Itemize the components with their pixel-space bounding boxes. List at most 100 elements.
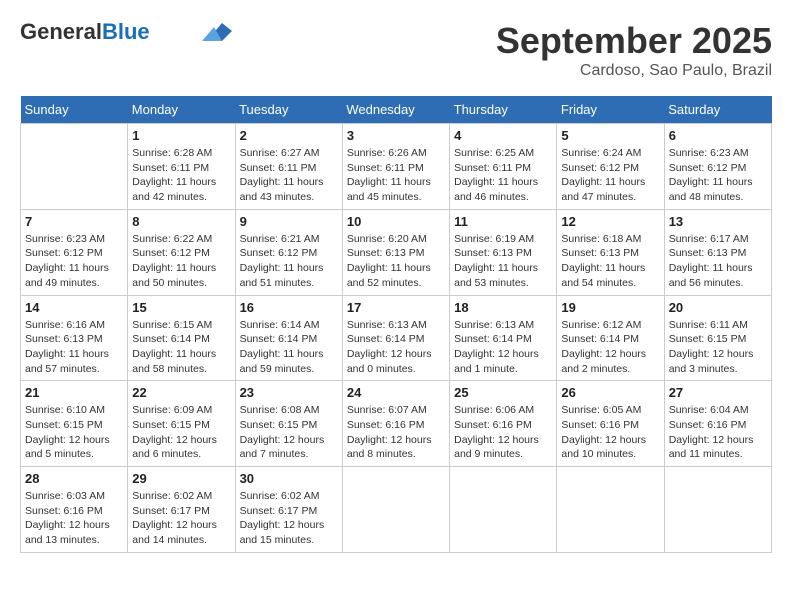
- day-number: 22: [132, 385, 230, 400]
- day-number: 25: [454, 385, 552, 400]
- day-info: Sunrise: 6:12 AM Sunset: 6:14 PM Dayligh…: [561, 318, 659, 377]
- calendar-cell: 10 Sunrise: 6:20 AM Sunset: 6:13 PM Dayli…: [342, 209, 449, 295]
- day-info: Sunrise: 6:23 AM Sunset: 6:12 PM Dayligh…: [669, 146, 767, 205]
- day-info: Sunrise: 6:22 AM Sunset: 6:12 PM Dayligh…: [132, 232, 230, 291]
- day-info: Sunrise: 6:02 AM Sunset: 6:17 PM Dayligh…: [240, 489, 338, 548]
- day-number: 23: [240, 385, 338, 400]
- day-info: Sunrise: 6:18 AM Sunset: 6:13 PM Dayligh…: [561, 232, 659, 291]
- calendar-cell: 29 Sunrise: 6:02 AM Sunset: 6:17 PM Dayli…: [128, 467, 235, 553]
- day-number: 10: [347, 214, 445, 229]
- day-number: 8: [132, 214, 230, 229]
- day-info: Sunrise: 6:05 AM Sunset: 6:16 PM Dayligh…: [561, 403, 659, 462]
- weekday-header: Friday: [557, 96, 664, 124]
- day-info: Sunrise: 6:27 AM Sunset: 6:11 PM Dayligh…: [240, 146, 338, 205]
- day-info: Sunrise: 6:17 AM Sunset: 6:13 PM Dayligh…: [669, 232, 767, 291]
- calendar-week-row: 14Sunrise: 6:16 AM Sunset: 6:13 PM Dayli…: [21, 295, 772, 381]
- day-info: Sunrise: 6:04 AM Sunset: 6:16 PM Dayligh…: [669, 403, 767, 462]
- weekday-header: Tuesday: [235, 96, 342, 124]
- day-number: 9: [240, 214, 338, 229]
- weekday-header: Monday: [128, 96, 235, 124]
- month-title: September 2025: [496, 20, 772, 62]
- calendar-week-row: 28 Sunrise: 6:03 AM Sunset: 6:16 PM Dayli…: [21, 467, 772, 553]
- day-info: Sunrise: 6:28 AM Sunset: 6:11 PM Dayligh…: [132, 146, 230, 205]
- day-number: 1: [132, 128, 230, 143]
- calendar-cell: [557, 467, 664, 553]
- calendar-header-row: SundayMondayTuesdayWednesdayThursdayFrid…: [21, 96, 772, 124]
- calendar-cell: 28 Sunrise: 6:03 AM Sunset: 6:16 PM Dayli…: [21, 467, 128, 553]
- day-number: 26: [561, 385, 659, 400]
- calendar-cell: 11 Sunrise: 6:19 AM Sunset: 6:13 PM Dayli…: [450, 209, 557, 295]
- calendar-cell: 14Sunrise: 6:16 AM Sunset: 6:13 PM Dayli…: [21, 295, 128, 381]
- calendar-cell: 15 Sunrise: 6:15 AM Sunset: 6:14 PM Dayli…: [128, 295, 235, 381]
- day-number: 16: [240, 300, 338, 315]
- day-number: 15: [132, 300, 230, 315]
- calendar-cell: 8 Sunrise: 6:22 AM Sunset: 6:12 PM Daylig…: [128, 209, 235, 295]
- logo: GeneralBlue: [20, 20, 232, 44]
- day-info: Sunrise: 6:25 AM Sunset: 6:11 PM Dayligh…: [454, 146, 552, 205]
- page-header: GeneralBlue September 2025 Cardoso, Sao …: [20, 20, 772, 80]
- day-info: Sunrise: 6:23 AM Sunset: 6:12 PM Dayligh…: [25, 232, 123, 291]
- day-number: 11: [454, 214, 552, 229]
- calendar-cell: [21, 124, 128, 210]
- day-info: Sunrise: 6:03 AM Sunset: 6:16 PM Dayligh…: [25, 489, 123, 548]
- calendar-cell: 20Sunrise: 6:11 AM Sunset: 6:15 PM Dayli…: [664, 295, 771, 381]
- day-info: Sunrise: 6:14 AM Sunset: 6:14 PM Dayligh…: [240, 318, 338, 377]
- day-info: Sunrise: 6:21 AM Sunset: 6:12 PM Dayligh…: [240, 232, 338, 291]
- weekday-header: Thursday: [450, 96, 557, 124]
- day-info: Sunrise: 6:08 AM Sunset: 6:15 PM Dayligh…: [240, 403, 338, 462]
- calendar-cell: 27 Sunrise: 6:04 AM Sunset: 6:16 PM Dayli…: [664, 381, 771, 467]
- day-number: 12: [561, 214, 659, 229]
- day-number: 18: [454, 300, 552, 315]
- calendar-cell: 3 Sunrise: 6:26 AM Sunset: 6:11 PM Daylig…: [342, 124, 449, 210]
- day-number: 6: [669, 128, 767, 143]
- day-info: Sunrise: 6:24 AM Sunset: 6:12 PM Dayligh…: [561, 146, 659, 205]
- day-info: Sunrise: 6:07 AM Sunset: 6:16 PM Dayligh…: [347, 403, 445, 462]
- day-number: 19: [561, 300, 659, 315]
- day-number: 28: [25, 471, 123, 486]
- weekday-header: Wednesday: [342, 96, 449, 124]
- day-info: Sunrise: 6:11 AM Sunset: 6:15 PM Dayligh…: [669, 318, 767, 377]
- calendar-cell: 22Sunrise: 6:09 AM Sunset: 6:15 PM Dayli…: [128, 381, 235, 467]
- calendar-week-row: 21 Sunrise: 6:10 AM Sunset: 6:15 PM Dayli…: [21, 381, 772, 467]
- logo-icon: [202, 23, 232, 41]
- calendar-cell: [450, 467, 557, 553]
- calendar-cell: 4Sunrise: 6:25 AM Sunset: 6:11 PM Daylig…: [450, 124, 557, 210]
- logo-blue: Blue: [102, 19, 150, 44]
- day-info: Sunrise: 6:26 AM Sunset: 6:11 PM Dayligh…: [347, 146, 445, 205]
- day-number: 13: [669, 214, 767, 229]
- day-info: Sunrise: 6:15 AM Sunset: 6:14 PM Dayligh…: [132, 318, 230, 377]
- title-area: September 2025 Cardoso, Sao Paulo, Brazi…: [496, 20, 772, 80]
- day-info: Sunrise: 6:02 AM Sunset: 6:17 PM Dayligh…: [132, 489, 230, 548]
- calendar-cell: 1 Sunrise: 6:28 AM Sunset: 6:11 PM Daylig…: [128, 124, 235, 210]
- day-number: 27: [669, 385, 767, 400]
- calendar-week-row: 1 Sunrise: 6:28 AM Sunset: 6:11 PM Daylig…: [21, 124, 772, 210]
- day-info: Sunrise: 6:13 AM Sunset: 6:14 PM Dayligh…: [454, 318, 552, 377]
- calendar-cell: 13 Sunrise: 6:17 AM Sunset: 6:13 PM Dayli…: [664, 209, 771, 295]
- day-info: Sunrise: 6:20 AM Sunset: 6:13 PM Dayligh…: [347, 232, 445, 291]
- day-number: 30: [240, 471, 338, 486]
- day-number: 7: [25, 214, 123, 229]
- logo-general: GeneralBlue: [20, 20, 150, 44]
- calendar-cell: 26 Sunrise: 6:05 AM Sunset: 6:16 PM Dayli…: [557, 381, 664, 467]
- calendar-cell: 25 Sunrise: 6:06 AM Sunset: 6:16 PM Dayli…: [450, 381, 557, 467]
- day-info: Sunrise: 6:19 AM Sunset: 6:13 PM Dayligh…: [454, 232, 552, 291]
- calendar-cell: 30 Sunrise: 6:02 AM Sunset: 6:17 PM Dayli…: [235, 467, 342, 553]
- day-number: 3: [347, 128, 445, 143]
- calendar-cell: 5Sunrise: 6:24 AM Sunset: 6:12 PM Daylig…: [557, 124, 664, 210]
- calendar-table: SundayMondayTuesdayWednesdayThursdayFrid…: [20, 96, 772, 553]
- calendar-cell: 21 Sunrise: 6:10 AM Sunset: 6:15 PM Dayli…: [21, 381, 128, 467]
- calendar-cell: 23 Sunrise: 6:08 AM Sunset: 6:15 PM Dayli…: [235, 381, 342, 467]
- day-number: 2: [240, 128, 338, 143]
- day-info: Sunrise: 6:10 AM Sunset: 6:15 PM Dayligh…: [25, 403, 123, 462]
- day-number: 29: [132, 471, 230, 486]
- calendar-cell: 2 Sunrise: 6:27 AM Sunset: 6:11 PM Daylig…: [235, 124, 342, 210]
- calendar-cell: 16 Sunrise: 6:14 AM Sunset: 6:14 PM Dayli…: [235, 295, 342, 381]
- day-number: 24: [347, 385, 445, 400]
- day-number: 21: [25, 385, 123, 400]
- calendar-cell: [342, 467, 449, 553]
- calendar-cell: 6 Sunrise: 6:23 AM Sunset: 6:12 PM Daylig…: [664, 124, 771, 210]
- day-info: Sunrise: 6:13 AM Sunset: 6:14 PM Dayligh…: [347, 318, 445, 377]
- day-info: Sunrise: 6:06 AM Sunset: 6:16 PM Dayligh…: [454, 403, 552, 462]
- day-number: 17: [347, 300, 445, 315]
- subtitle: Cardoso, Sao Paulo, Brazil: [496, 62, 772, 80]
